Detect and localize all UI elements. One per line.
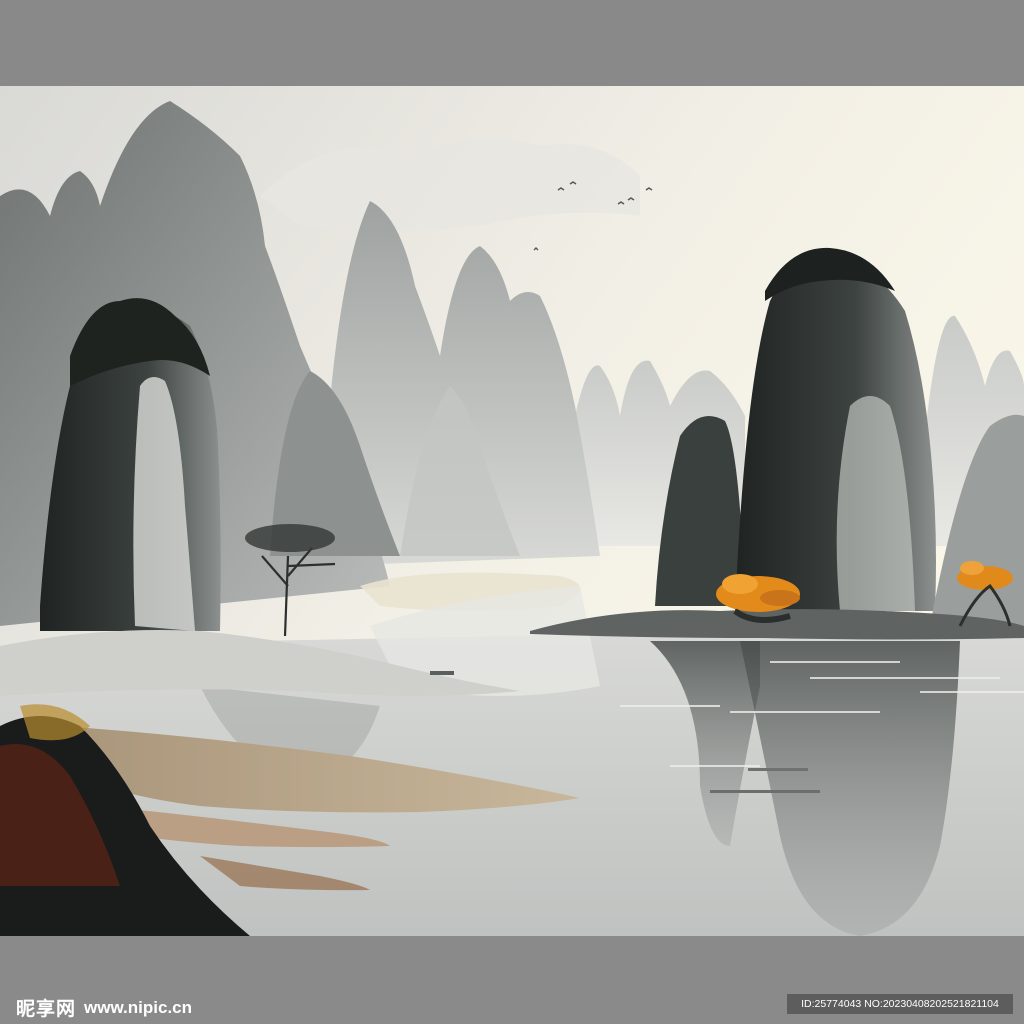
watermark-url: www.nipic.cn [84,997,193,1017]
watermark-logo: 昵享网 [16,998,77,1020]
ink-landscape-artwork [0,86,1024,936]
small-boat [430,671,454,675]
raft-left [748,768,808,771]
raft-right [710,790,820,793]
image-id-label: ID:25774043 NO:20230408202521821104 [787,994,1013,1014]
landscape-painting [0,86,1024,936]
tree-canopy [245,524,335,552]
nipic-watermark: 昵享网 www.nipic.cn [16,994,192,1021]
top-frame-band [0,0,1024,86]
